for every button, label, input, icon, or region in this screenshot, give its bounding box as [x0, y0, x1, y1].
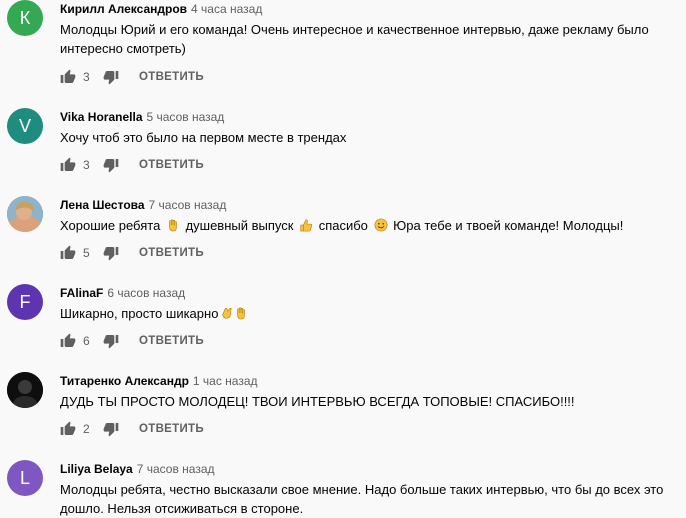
avatar-initial: F: [19, 292, 31, 312]
comment-header: Vika Horanella 5 часов назад: [60, 109, 224, 125]
comment-text: Шикарно, просто шикарно: [60, 304, 670, 323]
avatar-initial: V: [18, 116, 31, 136]
comment-text-part: спасибо: [318, 218, 368, 233]
comment-text-part: Шикарно, просто шикарно: [60, 306, 219, 321]
author-name[interactable]: Кирилл Александров: [60, 2, 187, 16]
thumb-up-icon[interactable]: [60, 333, 76, 349]
raised-hand-emoji-icon: [237, 307, 246, 320]
comment-header: Титаренко Александр 1 час назад: [60, 373, 258, 389]
reply-button[interactable]: ОТВЕТИТЬ: [139, 71, 204, 83]
comment-header: Liliya Belaya 7 часов назад: [60, 461, 215, 477]
thumb-up-icon[interactable]: [60, 157, 76, 173]
comment-text-part: Юра тебе и твоей команде! Молодцы!: [393, 218, 624, 233]
timestamp[interactable]: 6 часов назад: [107, 286, 185, 300]
like-count: 3: [83, 158, 90, 172]
avatar[interactable]: L: [7, 460, 43, 496]
avatar-initial: К: [19, 8, 31, 28]
comment-actions: 3 ОТВЕТИТЬ: [60, 156, 204, 174]
thumb-down-icon[interactable]: [103, 421, 119, 437]
thumb-down-icon[interactable]: [103, 157, 119, 173]
avatar[interactable]: [7, 372, 43, 408]
thumb-down-icon[interactable]: [103, 69, 119, 85]
timestamp[interactable]: 7 часов назад: [149, 198, 227, 212]
avatar[interactable]: К: [7, 0, 43, 36]
avatar[interactable]: V: [7, 108, 43, 144]
like-count: 6: [83, 334, 90, 348]
comment-text: Молодцы Юрий и его команда! Очень интере…: [60, 22, 649, 56]
author-name[interactable]: Liliya Belaya: [60, 462, 133, 476]
comment-actions: 6 ОТВЕТИТЬ: [60, 332, 204, 350]
comment-actions: 2 ОТВЕТИТЬ: [60, 420, 204, 438]
smiling-face-emoji-icon: [374, 218, 387, 232]
comment-header: Лена Шестова 7 часов назад: [60, 197, 226, 213]
thumbs-up-emoji-icon: [300, 219, 313, 232]
comment-text: Хорошие ребята душевный выпуск спасибо Ю…: [60, 216, 670, 235]
like-count: 2: [83, 422, 90, 436]
thumb-down-icon[interactable]: [103, 333, 119, 349]
comment-header: Кирилл Александров 4 часа назад: [60, 1, 262, 17]
thumb-down-icon[interactable]: [103, 245, 119, 261]
raised-hand-emoji-icon: [169, 219, 177, 232]
clapping-hands-emoji-icon: [222, 307, 232, 319]
reply-button[interactable]: ОТВЕТИТЬ: [139, 159, 204, 171]
author-name[interactable]: Vika Horanella: [60, 110, 143, 124]
avatar[interactable]: F: [7, 284, 43, 320]
comment-text-part: Хорошие ребята: [60, 218, 161, 233]
comment-actions: 3 ОТВЕТИТЬ: [60, 68, 204, 86]
avatar[interactable]: [7, 196, 43, 232]
reply-button[interactable]: ОТВЕТИТЬ: [139, 247, 204, 259]
author-name[interactable]: FAlinaF: [60, 286, 103, 300]
like-count: 3: [83, 70, 90, 84]
timestamp[interactable]: 1 час назад: [193, 374, 258, 388]
avatar-photo: [7, 196, 43, 232]
comment-text: Хочу чтоб это было на первом месте в тре…: [60, 130, 347, 145]
thumb-up-icon[interactable]: [60, 245, 76, 261]
comment-text: Молодцы ребята, честно высказали свое мн…: [60, 482, 664, 516]
comment-text: ДУДЬ ТЫ ПРОСТО МОЛОДЕЦ! ТВОИ ИНТЕРВЬЮ ВС…: [60, 394, 575, 409]
timestamp[interactable]: 7 часов назад: [137, 462, 215, 476]
timestamp[interactable]: 5 часов назад: [147, 110, 225, 124]
timestamp[interactable]: 4 часа назад: [191, 2, 262, 16]
avatar-initial: L: [19, 468, 30, 488]
author-name[interactable]: Лена Шестова: [60, 198, 145, 212]
author-name[interactable]: Титаренко Александр: [60, 374, 189, 388]
comment-text-part: душевный выпуск: [185, 218, 294, 233]
thumb-up-icon[interactable]: [60, 421, 76, 437]
reply-button[interactable]: ОТВЕТИТЬ: [139, 335, 204, 347]
thumb-up-icon[interactable]: [60, 69, 76, 85]
comment-header: FAlinaF 6 часов назад: [60, 285, 185, 301]
reply-button[interactable]: ОТВЕТИТЬ: [139, 423, 204, 435]
avatar-photo: [7, 372, 43, 408]
comment-actions: 5 ОТВЕТИТЬ: [60, 244, 204, 262]
like-count: 5: [83, 246, 90, 260]
